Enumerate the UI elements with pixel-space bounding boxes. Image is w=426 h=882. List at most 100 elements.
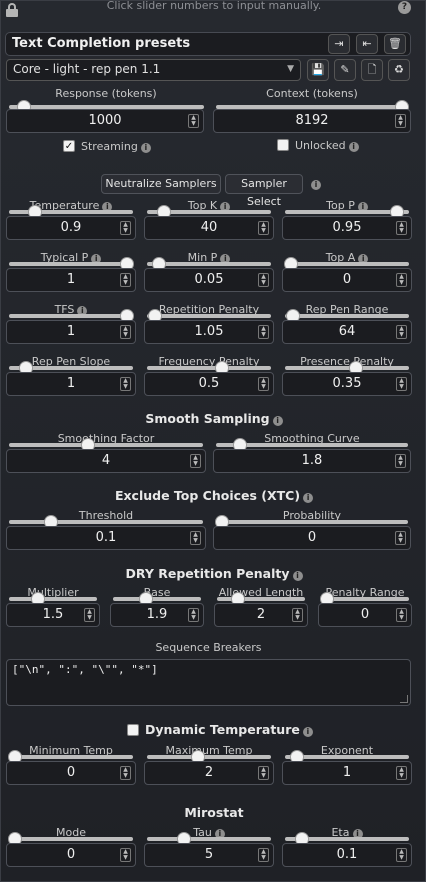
min-p-slider-track[interactable] — [147, 262, 271, 266]
dry-multiplier-slider-track[interactable] — [9, 597, 97, 601]
rep-pen-slider-track[interactable] — [147, 314, 271, 318]
mirostat-eta-input[interactable]: 0.1 ▲ ▼ — [282, 843, 412, 867]
stepper-icon[interactable]: ▲ ▼ — [120, 221, 131, 235]
streaming-checkbox[interactable]: ✓ — [63, 140, 75, 152]
stepper-icon[interactable]: ▲ ▼ — [395, 114, 406, 128]
min-p-input[interactable]: 0.05 ▲ ▼ — [144, 268, 274, 292]
stepper-icon[interactable]: ▲ ▼ — [120, 377, 131, 391]
stepper-icon[interactable]: ▲ ▼ — [396, 766, 407, 780]
pres-pen-slider-track[interactable] — [285, 366, 409, 370]
dry-allowed-length-input[interactable]: 2 ▲ ▼ — [214, 603, 308, 627]
save-preset-button[interactable]: 💾 — [307, 59, 329, 81]
mirostat-tau-input[interactable]: 5 ▲ ▼ — [144, 843, 274, 867]
max-temp-input[interactable]: 2 ▲ ▼ — [144, 761, 274, 785]
max-temp-slider-track[interactable] — [147, 755, 271, 759]
sampler-panel: Click slider numbers to input manually. … — [0, 0, 426, 882]
stepper-icon[interactable]: ▲ ▼ — [188, 114, 199, 128]
stepper-icon[interactable]: ▲ ▼ — [188, 608, 199, 622]
smoothing-factor-slider-track[interactable] — [9, 443, 203, 447]
stepper-icon[interactable]: ▲ ▼ — [190, 531, 201, 545]
stepper-icon[interactable]: ▲ ▼ — [292, 608, 303, 622]
stepper-icon[interactable]: ▲ ▼ — [396, 273, 407, 287]
xtc-probability-slider-track[interactable] — [216, 520, 408, 524]
tfs-slider-track[interactable] — [9, 314, 133, 318]
stepper-icon[interactable]: ▲ ▼ — [396, 608, 407, 622]
stepper-icon[interactable]: ▲ ▼ — [396, 325, 407, 339]
typical-p-value: 1 — [66, 272, 76, 287]
stepper-icon[interactable]: ▲ ▼ — [396, 848, 407, 862]
pres-pen-input[interactable]: 0.35 ▲ ▼ — [282, 372, 412, 396]
sequence-breakers-input[interactable]: ["\n", ":", "\"", "*"] — [6, 659, 411, 706]
rep-pen-slope-input[interactable]: 1 ▲ ▼ — [6, 372, 136, 396]
stepper-icon[interactable]: ▲ ▼ — [258, 848, 269, 862]
new-preset-button[interactable]: 🗋 — [361, 59, 383, 81]
stepper-icon[interactable]: ▲ ▼ — [395, 454, 406, 468]
rep-pen-range-slider-track[interactable] — [285, 314, 409, 318]
smoothing-curve-input[interactable]: 1.8 ▲ ▼ — [213, 449, 411, 473]
tfs-input[interactable]: 1 ▲ ▼ — [6, 320, 136, 344]
preset-select[interactable]: Core - light - rep pen 1.1 ▼ — [6, 59, 301, 81]
import-preset-button[interactable]: ⇥ — [328, 34, 350, 54]
min-temp-input[interactable]: 0 ▲ ▼ — [6, 761, 136, 785]
top-p-input[interactable]: 0.95 ▲ ▼ — [282, 216, 412, 240]
exponent-slider-track[interactable] — [285, 755, 409, 759]
streaming-label: Streaming i — [81, 140, 151, 153]
xtc-threshold-input[interactable]: 0.1 ▲ ▼ — [6, 526, 206, 550]
stepper-icon[interactable]: ▲ ▼ — [120, 325, 131, 339]
top-a-input[interactable]: 0 ▲ ▼ — [282, 268, 412, 292]
delete-preset-button[interactable]: 🗑 — [384, 34, 406, 54]
restore-preset-button[interactable]: ♻ — [388, 59, 410, 81]
dry-penalty-range-slider-track[interactable] — [321, 597, 409, 601]
rep-pen-range-value: 64 — [338, 324, 356, 339]
sampler-select-button[interactable]: Sampler Select — [225, 174, 303, 208]
stepper-icon[interactable]: ▲ ▼ — [84, 608, 95, 622]
stepper-icon[interactable]: ▲ ▼ — [120, 273, 131, 287]
mirostat-mode-slider-track[interactable] — [9, 837, 133, 841]
response-label: Response (tokens) — [55, 87, 157, 100]
xtc-threshold-value: 0.1 — [95, 530, 117, 545]
rename-preset-button[interactable]: ✎ — [334, 59, 356, 81]
xtc-probability-input[interactable]: 0 ▲ ▼ — [213, 526, 411, 550]
mirostat-tau-slider-track[interactable] — [147, 837, 271, 841]
typical-p-slider-track[interactable] — [9, 262, 133, 266]
dry-allowed-length-slider-track[interactable] — [217, 597, 305, 601]
context-input[interactable]: 8192 ▲ ▼ — [213, 109, 411, 133]
min-temp-slider-track[interactable] — [9, 755, 133, 759]
stepper-icon[interactable]: ▲ ▼ — [258, 273, 269, 287]
rep-pen-range-input[interactable]: 64 ▲ ▼ — [282, 320, 412, 344]
typical-p-input[interactable]: 1 ▲ ▼ — [6, 268, 136, 292]
xtc-threshold-slider-track[interactable] — [9, 520, 203, 524]
help-icon[interactable]: ? — [398, 1, 411, 14]
temperature-input[interactable]: 0.9 ▲ ▼ — [6, 216, 136, 240]
rep-pen-input[interactable]: 1.05 ▲ ▼ — [144, 320, 274, 344]
freq-pen-slider-track[interactable] — [147, 366, 271, 370]
freq-pen-input[interactable]: 0.5 ▲ ▼ — [144, 372, 274, 396]
dry-base-input[interactable]: 1.9 ▲ ▼ — [110, 603, 204, 627]
exponent-input[interactable]: 1 ▲ ▼ — [282, 761, 412, 785]
rep-pen-slope-value: 1 — [66, 376, 76, 391]
stepper-icon[interactable]: ▲ ▼ — [120, 848, 131, 862]
neutralize-samplers-button[interactable]: Neutralize Samplers — [101, 174, 221, 194]
dynamic-temp-checkbox[interactable] — [127, 724, 139, 736]
smoothing-factor-input[interactable]: 4 ▲ ▼ — [6, 449, 206, 473]
response-input[interactable]: 1000 ▲ ▼ — [6, 109, 204, 133]
dry-penalty-range-input[interactable]: 0 ▲ ▼ — [318, 603, 412, 627]
stepper-icon[interactable]: ▲ ▼ — [258, 221, 269, 235]
stepper-icon[interactable]: ▲ ▼ — [395, 531, 406, 545]
info-icon: i — [272, 416, 283, 426]
top-k-input[interactable]: 40 ▲ ▼ — [144, 216, 274, 240]
stepper-icon[interactable]: ▲ ▼ — [396, 377, 407, 391]
stepper-icon[interactable]: ▲ ▼ — [396, 221, 407, 235]
unlocked-checkbox[interactable] — [277, 139, 289, 151]
stepper-icon[interactable]: ▲ ▼ — [120, 766, 131, 780]
export-preset-button[interactable]: ⇤ — [356, 34, 378, 54]
stepper-icon[interactable]: ▲ ▼ — [258, 325, 269, 339]
dry-base-slider-track[interactable] — [113, 597, 201, 601]
stepper-icon[interactable]: ▲ ▼ — [258, 766, 269, 780]
dry-multiplier-input[interactable]: 1.5 ▲ ▼ — [6, 603, 100, 627]
stepper-icon[interactable]: ▲ ▼ — [190, 454, 201, 468]
stepper-icon[interactable]: ▲ ▼ — [258, 377, 269, 391]
top-a-slider-track[interactable] — [285, 262, 409, 266]
mirostat-mode-input[interactable]: 0 ▲ ▼ — [6, 843, 136, 867]
resize-grip-icon[interactable] — [400, 695, 408, 703]
